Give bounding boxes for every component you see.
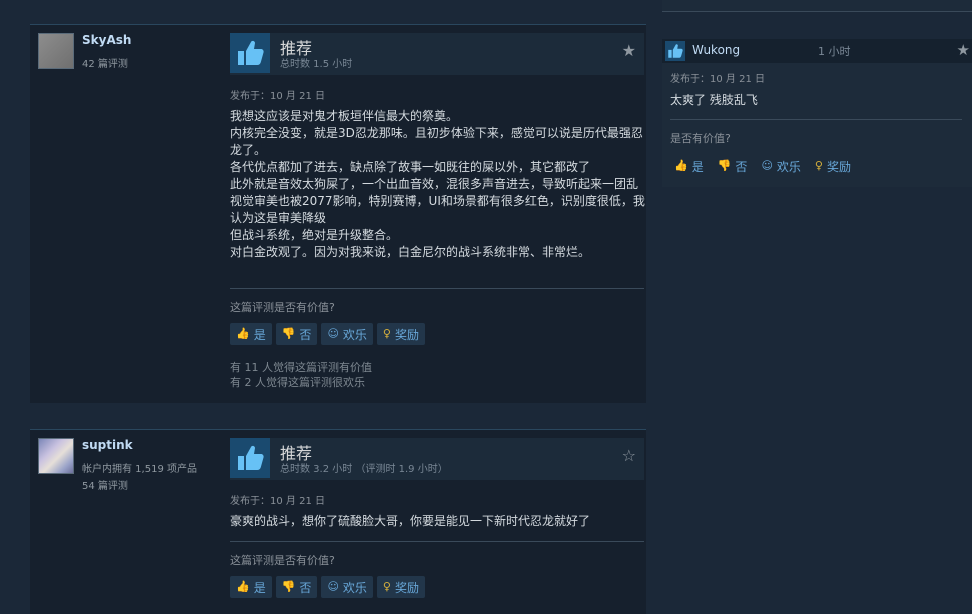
review-paragraph: 内核完全没变，就是3D忍龙那味。且初步体验下来，感觉可以说是历代最强忍龙了。 <box>230 126 643 157</box>
review-paragraph: 各代优点都加了进去，缺点除了故事一如既往的屎以外，其它都改了 <box>230 160 591 174</box>
avatar[interactable] <box>38 33 74 69</box>
vote-header[interactable]: 推荐 总时数 3.2 小时 （评测时 1.9 小时） ☆ <box>230 438 644 480</box>
review-card: suptink 帐户内拥有 1,519 项产品 54 篇评测 推荐 总时数 3.… <box>30 429 646 614</box>
thumbs-down-icon: 👎 <box>281 580 296 593</box>
vote-buttons: 👍 是 👎 否 ☺ 欢乐 ♀ 奖励 <box>230 576 425 598</box>
yes-label: 是 <box>253 327 266 342</box>
helpful-yes-button[interactable]: 👍 是 <box>230 576 272 598</box>
smile-icon: ☺ <box>761 159 773 172</box>
review-paragraph: 豪爽的战斗，想你了硫酸脸大哥，你要是能见一下新时代忍龙就好了 <box>230 514 591 528</box>
author-name[interactable]: Wukong <box>692 43 740 57</box>
thumbs-up-icon: 👍 <box>236 327 250 340</box>
author-products-owned: 帐户内拥有 1,519 项产品 <box>82 464 197 475</box>
author-name[interactable]: suptink <box>82 438 133 452</box>
no-label: 否 <box>299 580 312 595</box>
funny-label: 欢乐 <box>342 580 367 595</box>
thumbs-up-icon <box>230 438 270 478</box>
yes-label: 是 <box>691 159 704 174</box>
award-button[interactable]: ♀ 奖励 <box>376 323 425 345</box>
funny-label: 欢乐 <box>776 159 801 174</box>
award-label: 奖励 <box>394 327 419 342</box>
vote-header[interactable]: 推荐 总时数 1.5 小时 ★ <box>230 33 644 75</box>
funny-button[interactable]: ☺ 欢乐 <box>321 323 373 345</box>
thumbs-down-icon: 👎 <box>281 327 296 340</box>
award-label: 奖励 <box>394 580 419 595</box>
review-paragraph: 但战斗系统，绝对是升级整合。 <box>230 228 399 242</box>
thumbs-up-icon: 👍 <box>236 580 250 593</box>
helpful-question: 这篇评测是否有价值? <box>230 554 335 567</box>
previous-review-strip <box>662 0 972 12</box>
star-icon[interactable]: ★ <box>957 42 970 58</box>
helpful-question: 是否有价值? <box>670 132 731 145</box>
playtime: 总时数 1.5 小时 <box>280 59 353 70</box>
award-icon: ♀ <box>382 580 391 593</box>
review-paragraph: 对白金改观了。因为对我来说，白金尼尔的战斗系统非常、非常烂。 <box>230 245 591 259</box>
award-button[interactable]: ♀ 奖励 <box>376 576 425 598</box>
funny-label: 欢乐 <box>342 327 367 342</box>
star-icon[interactable]: ☆ <box>622 448 636 464</box>
helpful-question: 这篇评测是否有价值? <box>230 301 335 314</box>
award-icon: ♀ <box>382 327 391 340</box>
playtime: 总时数 3.2 小时 （评测时 1.9 小时） <box>280 464 448 475</box>
review-content: 太爽了 残肢乱飞 <box>670 93 758 107</box>
review-paragraph: 视觉审美也被2077影响，特别赛博，UI和场景都有很多红色，识别度很低，我认为这… <box>230 194 645 225</box>
helpful-no-button[interactable]: 👎 否 <box>714 155 752 177</box>
author-review-count: 54 篇评测 <box>82 481 128 492</box>
award-button[interactable]: ♀ 奖励 <box>811 155 855 177</box>
funny-button[interactable]: ☺ 欢乐 <box>321 576 373 598</box>
review-paragraph: 此外就是音效太狗屎了，一个出血音效，混很多声音进去，导致听起来一团乱 <box>230 177 639 191</box>
helpful-count: 有 11 人觉得这篇评测有价值 <box>230 361 372 374</box>
author-name[interactable]: SkyAsh <box>82 33 131 47</box>
funny-count: 有 2 人觉得这篇评测很欢乐 <box>230 376 365 389</box>
side-review-card: Wukong 1 小时 ★ 发布于：10 月 21 日 太爽了 残肢乱飞 是否有… <box>662 39 972 187</box>
no-label: 否 <box>299 327 312 342</box>
helpful-no-button[interactable]: 👎 否 <box>275 576 318 598</box>
posted-date: 发布于：10 月 21 日 <box>230 91 325 102</box>
author-review-count: 42 篇评测 <box>82 59 128 70</box>
divider <box>670 119 962 120</box>
review-content: 我想这应该是对鬼才板垣伴信最大的祭奠。 内核完全没变，就是3D忍龙那味。且初步体… <box>230 108 650 261</box>
no-label: 否 <box>735 159 748 174</box>
helpful-counts: 有 11 人觉得这篇评测有价值 有 2 人觉得这篇评测很欢乐 <box>230 360 372 390</box>
yes-label: 是 <box>253 580 266 595</box>
funny-button[interactable]: ☺ 欢乐 <box>757 155 804 177</box>
award-label: 奖励 <box>826 159 851 174</box>
vote-buttons: 👍 是 👎 否 ☺ 欢乐 ♀ 奖励 <box>670 155 855 177</box>
helpful-yes-button[interactable]: 👍 是 <box>670 155 708 177</box>
review-content: 豪爽的战斗，想你了硫酸脸大哥，你要是能见一下新时代忍龙就好了 <box>230 513 650 530</box>
thumbs-up-icon <box>665 41 685 61</box>
smile-icon: ☺ <box>327 327 339 340</box>
helpful-no-button[interactable]: 👎 否 <box>275 323 318 345</box>
review-paragraph: 我想这应该是对鬼才板垣伴信最大的祭奠。 <box>230 109 459 123</box>
thumbs-up-icon <box>230 33 270 73</box>
helpful-yes-button[interactable]: 👍 是 <box>230 323 272 345</box>
star-icon[interactable]: ★ <box>622 43 636 59</box>
award-icon: ♀ <box>814 159 823 172</box>
thumbs-down-icon: 👎 <box>717 159 732 172</box>
smile-icon: ☺ <box>327 580 339 593</box>
side-review-header[interactable]: Wukong 1 小时 ★ <box>662 39 972 63</box>
playtime: 1 小时 <box>818 45 851 58</box>
review-card: SkyAsh 42 篇评测 推荐 总时数 1.5 小时 ★ 发布于：10 月 2… <box>30 24 646 403</box>
avatar[interactable] <box>38 438 74 474</box>
vote-buttons: 👍 是 👎 否 ☺ 欢乐 ♀ 奖励 <box>230 323 425 345</box>
divider <box>230 288 644 289</box>
thumbs-up-icon: 👍 <box>674 159 688 172</box>
posted-date: 发布于：10 月 21 日 <box>670 74 765 85</box>
divider <box>230 541 644 542</box>
posted-date: 发布于：10 月 21 日 <box>230 496 325 507</box>
